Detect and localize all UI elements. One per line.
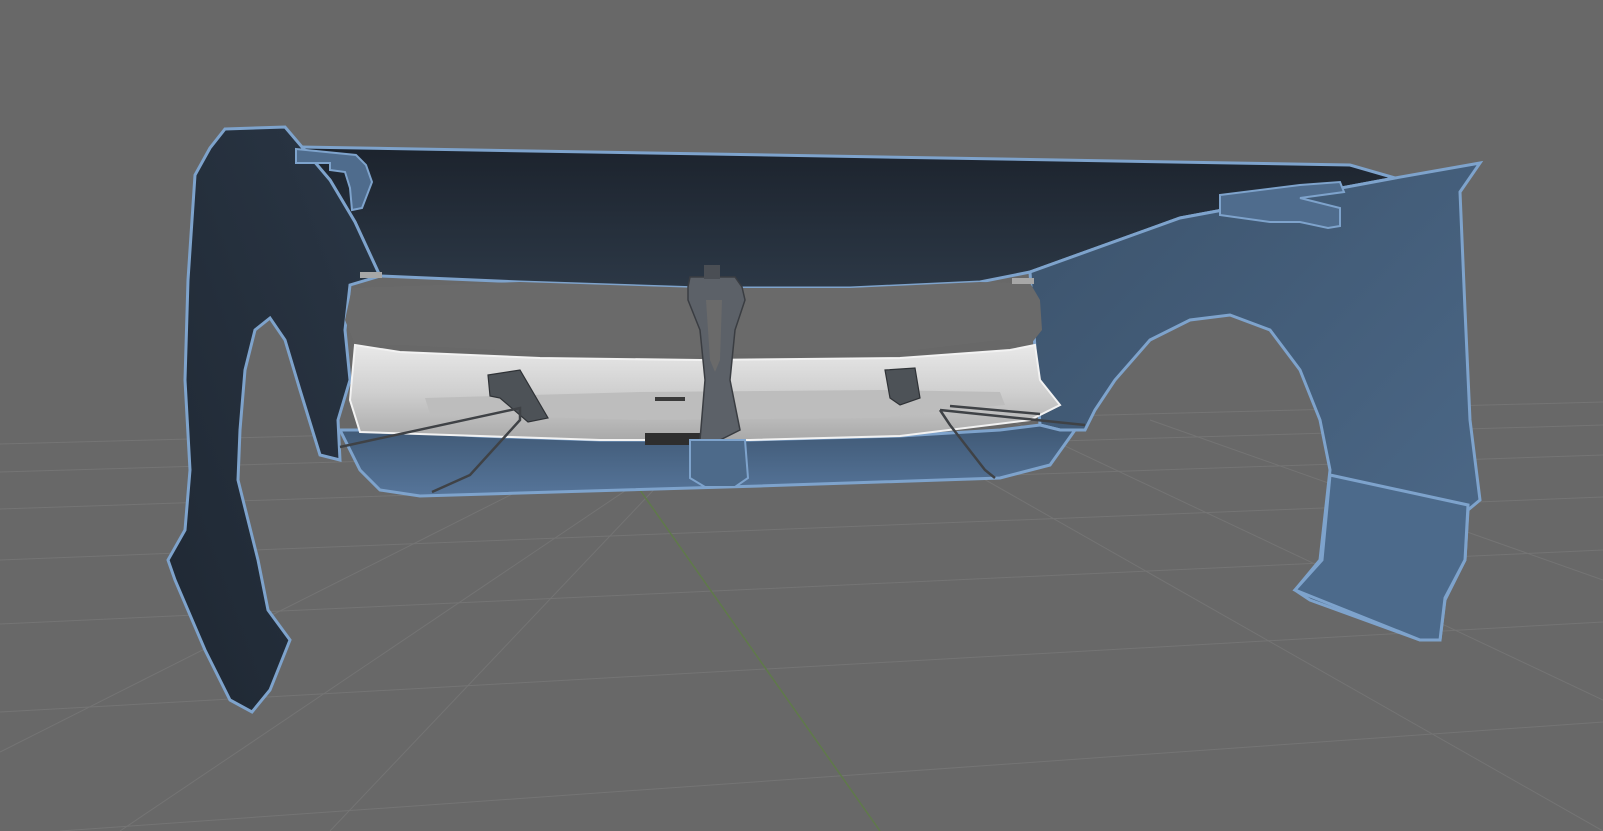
beam-slot xyxy=(655,397,685,401)
bumper-model[interactable] xyxy=(166,125,1484,714)
right-edge-tab xyxy=(1012,278,1034,284)
right-flap xyxy=(1292,473,1470,642)
left-edge-tab xyxy=(360,272,382,278)
center-bracket-tab xyxy=(704,265,720,279)
y-axis-line xyxy=(639,489,881,831)
3d-viewport[interactable] xyxy=(0,0,1603,831)
center-lower-tab xyxy=(689,439,750,488)
left-fender-panel xyxy=(166,125,383,714)
